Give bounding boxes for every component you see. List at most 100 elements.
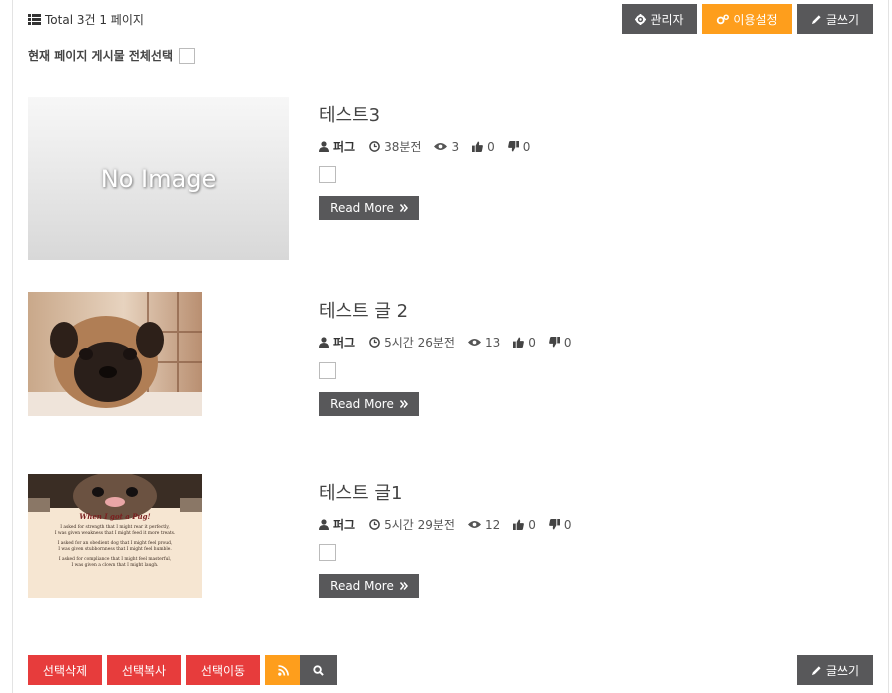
post-thumbnail[interactable] [28, 292, 202, 416]
post-title[interactable]: 테스트 글 2 [319, 297, 408, 323]
dislikes-label: 0 [522, 139, 531, 154]
read-more-button[interactable]: Read More [319, 392, 419, 416]
rss-icon [277, 664, 289, 676]
write-button-bottom[interactable]: 글쓰기 [797, 655, 873, 685]
gears-icon [717, 13, 730, 24]
pencil-icon [811, 665, 821, 675]
read-more-label: Read More [330, 397, 394, 411]
user-icon [319, 519, 329, 530]
post-dislikes: 0 [549, 336, 572, 350]
gear-icon [635, 13, 647, 25]
poem-line: I was given a clown that I might laugh. [71, 563, 159, 568]
user-icon [319, 337, 329, 348]
select-all-checkbox[interactable] [179, 47, 196, 64]
post-meta: 퍼그 38분전 3 0 0 [319, 138, 543, 155]
double-chevron-right-icon [399, 204, 408, 212]
post-checkbox[interactable] [319, 544, 336, 561]
likes-label: 0 [487, 139, 495, 154]
thumbs-up-icon [513, 337, 525, 348]
user-icon [319, 141, 329, 152]
post-thumbnail[interactable]: No Image [28, 97, 289, 260]
post-author: 퍼그 [319, 516, 355, 533]
author-name: 퍼그 [333, 336, 356, 350]
total-count: Total 3건 1 페이지 [28, 11, 144, 28]
read-more-label: Read More [330, 579, 394, 593]
dislikes-label: 0 [563, 517, 572, 532]
copy-selected-label: 선택복사 [121, 663, 167, 678]
likes-label: 0 [528, 517, 536, 532]
time-label: 5시간 29분전 [384, 518, 455, 532]
thumbs-down-icon [549, 337, 560, 348]
post-checkbox[interactable] [319, 362, 336, 379]
write-label-top: 글쓰기 [825, 12, 860, 27]
thumbs-up-icon [513, 519, 525, 530]
post-dislikes: 0 [549, 518, 572, 532]
search-icon [313, 664, 324, 676]
read-more-button[interactable]: Read More [319, 196, 419, 220]
post-meta: 퍼그 5시간 29분전 12 0 0 [319, 516, 585, 533]
time-label: 38분전 [384, 140, 422, 154]
post-checkbox[interactable] [319, 166, 336, 183]
post-thumbnail[interactable]: When I got a Pug! I asked for strength t… [28, 474, 202, 598]
rss-button[interactable] [265, 655, 301, 685]
pug-photo-image [28, 292, 202, 416]
no-image-label: No Image [100, 164, 217, 193]
list-icon [28, 14, 41, 25]
total-label: Total 3건 1 페이지 [45, 13, 144, 27]
post-time: 5시간 26분전 [369, 334, 455, 351]
clock-icon [369, 337, 380, 348]
dislikes-label: 0 [563, 335, 572, 350]
poem-line: I was given weakness that I might feed i… [54, 531, 176, 536]
delete-selected-button[interactable]: 선택삭제 [28, 655, 102, 685]
post-title[interactable]: 테스트3 [319, 101, 380, 127]
copy-selected-button[interactable]: 선택복사 [107, 655, 181, 685]
read-more-button[interactable]: Read More [319, 574, 419, 598]
select-all-row: 현재 페이지 게시물 전체선택 [28, 47, 196, 64]
search-button[interactable] [300, 655, 337, 685]
eye-icon [434, 143, 448, 150]
move-selected-button[interactable]: 선택이동 [186, 655, 260, 685]
post-time: 5시간 29분전 [369, 516, 455, 533]
settings-button[interactable]: 이용설정 [702, 4, 792, 34]
views-label: 12 [484, 517, 501, 532]
post-author: 퍼그 [319, 334, 355, 351]
post-views: 12 [467, 517, 501, 532]
thumbs-down-icon [549, 519, 560, 530]
poem-title: When I got a Pug! [79, 512, 151, 521]
clock-icon [369, 141, 380, 152]
double-chevron-right-icon [399, 400, 408, 408]
post-likes: 0 [513, 336, 536, 350]
pencil-icon [811, 14, 821, 24]
delete-selected-label: 선택삭제 [42, 663, 88, 678]
post-author: 퍼그 [319, 138, 355, 155]
post-dislikes: 0 [507, 139, 531, 154]
move-selected-label: 선택이동 [200, 663, 246, 678]
views-label: 13 [484, 335, 501, 350]
post-time: 38분전 [369, 138, 421, 155]
post-likes: 0 [513, 518, 536, 532]
read-more-label: Read More [330, 201, 394, 215]
poem-line: I was given stubbornness that I might fe… [58, 547, 172, 552]
author-name: 퍼그 [333, 518, 356, 532]
write-label-bottom: 글쓰기 [825, 663, 860, 678]
thumbs-up-icon [472, 141, 483, 152]
select-all-label: 현재 페이지 게시물 전체선택 [28, 49, 174, 63]
clock-icon [369, 519, 380, 530]
post-likes: 0 [472, 140, 495, 154]
settings-label: 이용설정 [733, 12, 778, 27]
views-label: 3 [451, 139, 460, 154]
double-chevron-right-icon [399, 582, 408, 590]
post-views: 13 [467, 335, 501, 350]
write-button-top[interactable]: 글쓰기 [797, 4, 873, 34]
author-name: 퍼그 [333, 140, 356, 154]
eye-icon [467, 339, 481, 346]
admin-button[interactable]: 관리자 [622, 4, 697, 34]
time-label: 5시간 26분전 [384, 336, 455, 350]
post-meta: 퍼그 5시간 26분전 13 0 0 [319, 334, 585, 351]
eye-icon [467, 521, 481, 528]
likes-label: 0 [528, 335, 536, 350]
thumbs-down-icon [507, 141, 519, 152]
post-title[interactable]: 테스트 글1 [319, 479, 402, 505]
post-views: 3 [434, 140, 459, 154]
admin-label: 관리자 [650, 12, 684, 27]
